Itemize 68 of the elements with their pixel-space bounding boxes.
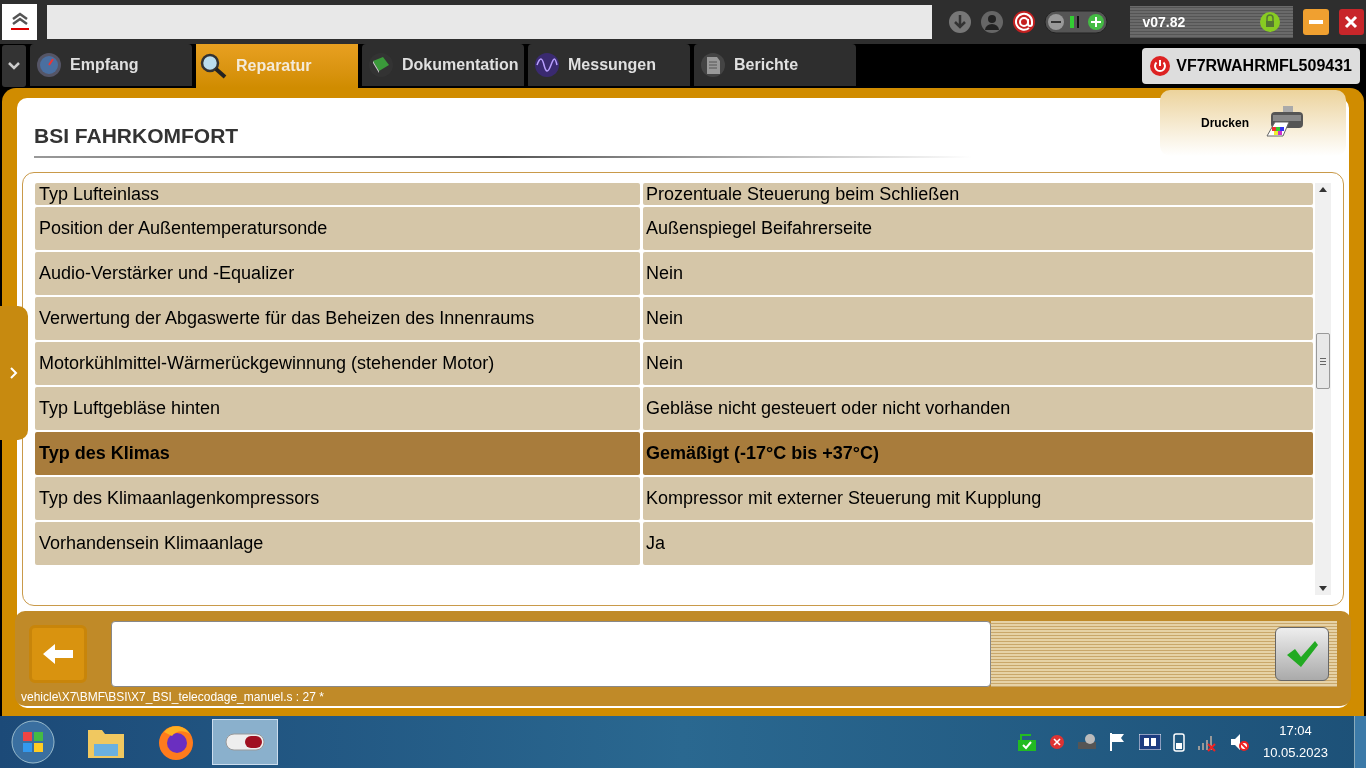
chevron-right-icon: [10, 367, 18, 379]
table-cell[interactable]: Typ Luftgebläse hinten: [35, 387, 640, 430]
vin-button[interactable]: VF7RWAHRMFL509431: [1142, 48, 1360, 84]
windows-logo-icon: [11, 720, 55, 764]
device-icon[interactable]: [1076, 733, 1097, 751]
printer-icon: [1263, 106, 1305, 140]
table-cell[interactable]: Nein: [643, 342, 1313, 385]
table-cell[interactable]: Kompressor mit externer Steuerung mit Kupplung: [643, 477, 1313, 520]
table-cell[interactable]: Gemäßigt (-17°C bis +37°C): [643, 432, 1313, 475]
close-icon: [1344, 15, 1359, 29]
app-taskbar-button[interactable]: [212, 719, 278, 765]
table-cell[interactable]: Position der Außentemperatursonde: [35, 207, 640, 250]
speaker-device-icon[interactable]: [1138, 734, 1161, 750]
document-icon: [700, 52, 726, 78]
magnifier-icon: [200, 53, 228, 79]
clock-time[interactable]: 17:04: [1279, 720, 1312, 742]
gauge-icon: [36, 52, 62, 78]
table-cell[interactable]: Motorkühlmittel-Wärmerückgewinnung (stehender Motor): [35, 342, 640, 385]
volume-muted-icon[interactable]: [1228, 732, 1249, 752]
toggle-icon: [225, 732, 265, 752]
flag-icon[interactable]: [1108, 732, 1127, 752]
user-icon[interactable]: [980, 10, 1005, 34]
table-cell[interactable]: Nein: [643, 252, 1313, 295]
start-button[interactable]: [8, 717, 58, 767]
menu-dropdown-button[interactable]: [2, 45, 26, 87]
address-field[interactable]: [47, 5, 933, 39]
table-cell[interactable]: Typ des Klimaanlagenkompressors: [35, 477, 640, 520]
email-icon[interactable]: [1012, 10, 1037, 34]
network-check-icon[interactable]: [1016, 732, 1037, 752]
battery-icon[interactable]: [1172, 732, 1185, 752]
page-title: BSI FAHRKOMFORT: [34, 124, 239, 147]
scroll-thumb[interactable]: [1316, 333, 1330, 389]
scrollbar[interactable]: [1315, 183, 1331, 595]
power-icon: [1150, 56, 1171, 76]
back-button[interactable]: [29, 624, 87, 683]
nav-tab[interactable]: Empfang: [30, 44, 192, 86]
table-cell[interactable]: Ja: [643, 522, 1313, 565]
table-cell[interactable]: Typ des Klimas: [35, 432, 640, 475]
scroll-up-icon[interactable]: [1319, 187, 1327, 192]
print-button[interactable]: Drucken: [1160, 90, 1346, 156]
close-button[interactable]: [1338, 9, 1364, 35]
table-cell[interactable]: Gebläse nicht gesteuert oder nicht vorhanden: [643, 387, 1313, 430]
side-panel-toggle[interactable]: [0, 306, 28, 440]
table-cell[interactable]: Typ Lufteinlass: [35, 183, 640, 205]
clock-date[interactable]: 10.05.2023: [1262, 742, 1328, 764]
table-cell[interactable]: Vorhandensein Klimaanlage: [35, 522, 640, 565]
version-label: v07.82: [1142, 12, 1186, 32]
table-cell[interactable]: Audio-Verstärker und -Equalizer: [35, 252, 640, 295]
nav-tab[interactable]: Messungen: [528, 44, 690, 86]
table-cell[interactable]: Verwertung der Abgaswerte für das Beheizen des Innenraums: [35, 297, 640, 340]
minimize-icon: [1308, 20, 1323, 24]
confirm-button[interactable]: [1275, 626, 1329, 681]
download-icon[interactable]: [948, 10, 973, 34]
message-field[interactable]: [111, 620, 991, 687]
logo-icon: [2, 4, 38, 40]
lock-icon[interactable]: [1259, 11, 1282, 33]
scroll-down-icon[interactable]: [1319, 586, 1327, 591]
file-path-label: vehicle\X7\BMF\BSI\X7_BSI_telecodage_manuel.s : 27 *: [21, 689, 324, 706]
table-cell[interactable]: Außenspiegel Beifahrerseite: [643, 207, 1313, 250]
waveform-icon: [534, 52, 560, 78]
table-cell[interactable]: Prozentuale Steuerung beim Schließen: [643, 183, 1313, 205]
nav-tab[interactable]: Berichte: [694, 44, 856, 86]
table-cell[interactable]: Nein: [643, 297, 1313, 340]
nav-tab[interactable]: Dokumentation: [362, 44, 524, 86]
zoom-slider-icon[interactable]: [1044, 10, 1109, 34]
arrow-left-icon: [43, 643, 73, 664]
chevron-down-icon: [8, 62, 20, 70]
error-icon[interactable]: [1048, 734, 1065, 750]
